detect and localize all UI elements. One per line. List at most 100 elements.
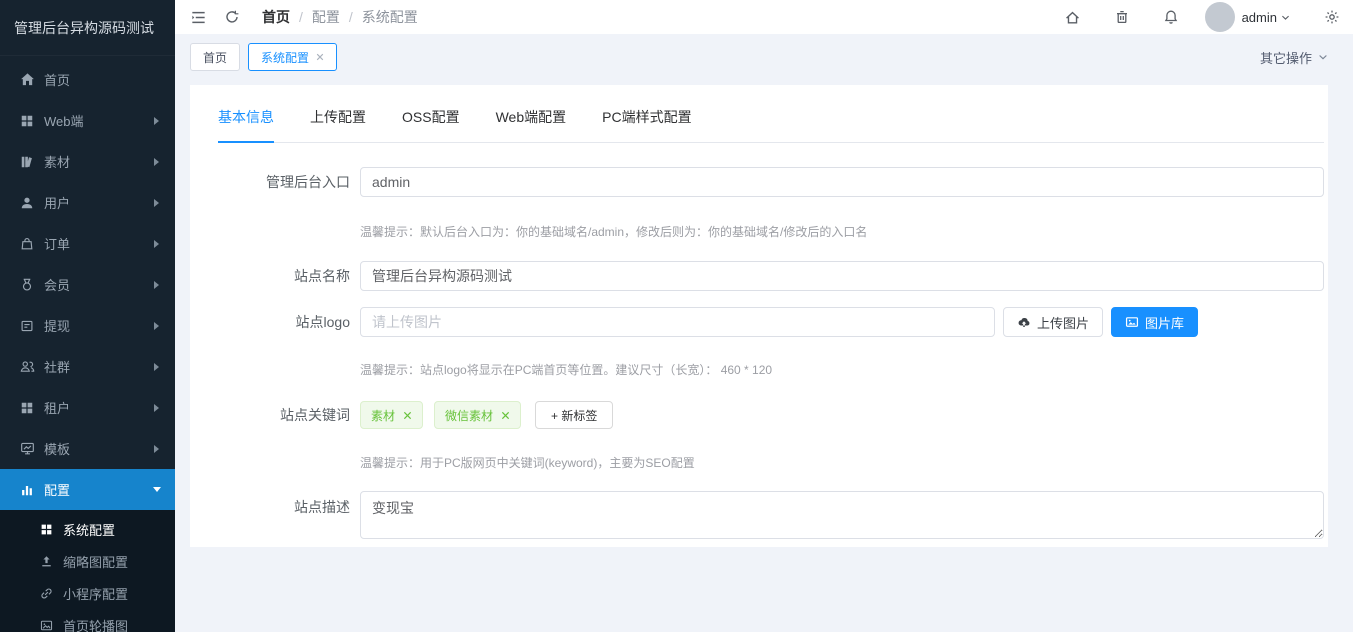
chevron-right-icon	[154, 117, 159, 125]
add-keyword-button[interactable]: + 新标签	[535, 401, 613, 429]
page-tag-system-config[interactable]: 系统配置	[248, 43, 337, 71]
close-icon[interactable]	[403, 411, 412, 420]
user-menu[interactable]: admin	[1242, 10, 1291, 25]
tab-upload-config[interactable]: 上传配置	[310, 107, 366, 142]
collapse-sidebar-icon[interactable]	[190, 9, 207, 26]
chevron-down-icon	[153, 487, 161, 492]
bar-chart-icon	[19, 482, 35, 498]
upload-image-button[interactable]: 上传图片	[1003, 307, 1103, 337]
tab-pc-style-config[interactable]: PC端样式配置	[602, 107, 691, 142]
more-actions-dropdown[interactable]: 其它操作	[1260, 48, 1329, 67]
admin-entry-input[interactable]	[360, 167, 1324, 197]
page-tag-label: 系统配置	[261, 49, 309, 66]
site-desc-textarea[interactable]: 变现宝	[360, 491, 1324, 539]
chevron-right-icon	[154, 158, 159, 166]
chevron-right-icon	[154, 281, 159, 289]
close-icon[interactable]	[501, 411, 510, 420]
refresh-icon[interactable]	[224, 9, 240, 25]
keyword-tag: 微信素材	[434, 401, 521, 429]
tab-basic-info[interactable]: 基本信息	[218, 107, 274, 143]
more-actions-label: 其它操作	[1260, 48, 1312, 67]
document-icon	[19, 318, 35, 334]
chevron-down-icon	[1317, 51, 1329, 63]
username-label: admin	[1242, 10, 1277, 25]
user-icon	[19, 195, 35, 211]
image-gallery-button[interactable]: 图片库	[1111, 307, 1198, 337]
keyword-tag: 素材	[360, 401, 423, 429]
breadcrumb-item-home[interactable]: 首页	[262, 7, 290, 27]
sidebar-item-community[interactable]: 社群	[0, 346, 175, 387]
upload-icon	[39, 554, 54, 569]
upload-image-label: 上传图片	[1037, 313, 1089, 332]
tab-web-config[interactable]: Web端配置	[496, 107, 567, 142]
sidebar-item-template[interactable]: 模板	[0, 428, 175, 469]
keyword-tag-label: 微信素材	[445, 407, 493, 424]
settings-card: 基本信息 上传配置 OSS配置 Web端配置 PC端样式配置 管理后台入口 温馨…	[190, 85, 1328, 547]
site-name-input[interactable]	[360, 261, 1324, 291]
chevron-right-icon	[154, 445, 159, 453]
site-name-label: 站点名称	[218, 266, 350, 286]
form-row-admin-entry: 管理后台入口	[218, 167, 1324, 197]
site-keywords-label: 站点关键词	[218, 405, 350, 425]
chevron-right-icon	[154, 404, 159, 412]
site-logo-label: 站点logo	[218, 312, 350, 332]
sidebar-item-config[interactable]: 配置	[0, 469, 175, 510]
page-tags-bar: 首页 系统配置 其它操作	[175, 34, 1353, 80]
bell-icon[interactable]	[1163, 9, 1179, 25]
tab-oss-config[interactable]: OSS配置	[402, 107, 460, 142]
sidebar-menu: 首页 Web端 素材 用户 订单	[0, 56, 175, 510]
sidebar-item-home[interactable]: 首页	[0, 59, 175, 100]
link-icon	[39, 586, 54, 601]
form-row-site-logo: 站点logo 上传图片 图片库	[218, 307, 1324, 337]
main-area: 首页 / 配置 / 系统配置 admin 首页	[175, 0, 1353, 632]
breadcrumb: 首页 / 配置 / 系统配置	[262, 7, 418, 27]
grid-icon	[19, 113, 35, 129]
sidebar-item-label: 社群	[44, 357, 70, 376]
sidebar-item-web[interactable]: Web端	[0, 100, 175, 141]
sidebar-subitem-label: 小程序配置	[63, 584, 128, 603]
sidebar-item-tenant[interactable]: 租户	[0, 387, 175, 428]
page-tag-label: 首页	[203, 49, 227, 66]
settings-gear-icon[interactable]	[1324, 9, 1340, 25]
sidebar-subitem-system-config[interactable]: 系统配置	[0, 513, 175, 545]
sidebar-item-user[interactable]: 用户	[0, 182, 175, 223]
sidebar-item-member[interactable]: 会员	[0, 264, 175, 305]
sidebar-item-label: 首页	[44, 70, 70, 89]
grid-icon	[19, 400, 35, 416]
chevron-right-icon	[154, 199, 159, 207]
library-icon	[19, 154, 35, 170]
sidebar-subitem-label: 系统配置	[63, 520, 115, 539]
sidebar-item-label: 租户	[44, 398, 70, 417]
form-row-site-name: 站点名称	[218, 261, 1324, 291]
breadcrumb-item-config[interactable]: 配置	[312, 7, 340, 27]
trash-icon[interactable]	[1114, 9, 1130, 25]
home-icon[interactable]	[1064, 9, 1081, 26]
sidebar-item-label: 订单	[44, 234, 70, 253]
sidebar-subitem-miniprogram-config[interactable]: 小程序配置	[0, 577, 175, 609]
page-tag-home[interactable]: 首页	[190, 43, 240, 71]
sidebar-item-label: Web端	[44, 111, 84, 130]
close-icon[interactable]	[316, 53, 324, 61]
form-row-site-desc: 站点描述 变现宝	[218, 491, 1324, 539]
sidebar-subitem-label: 首页轮播图	[63, 616, 128, 632]
image-icon	[39, 618, 54, 632]
basic-info-form: 管理后台入口 温馨提示：默认后台入口为：你的基础域名/admin，修改后则为：你…	[218, 143, 1324, 539]
chevron-right-icon	[154, 240, 159, 248]
sidebar-item-material[interactable]: 素材	[0, 141, 175, 182]
sidebar-item-label: 配置	[44, 480, 70, 499]
breadcrumb-separator: /	[299, 9, 303, 25]
sidebar-item-order[interactable]: 订单	[0, 223, 175, 264]
breadcrumb-item-system-config: 系统配置	[362, 7, 418, 27]
sidebar-item-label: 会员	[44, 275, 70, 294]
user-avatar[interactable]	[1205, 2, 1235, 32]
site-logo-input[interactable]	[360, 307, 995, 337]
sidebar-subitem-thumbnail-config[interactable]: 缩略图配置	[0, 545, 175, 577]
chevron-down-icon	[1280, 12, 1291, 23]
sidebar-submenu-config: 系统配置 缩略图配置 小程序配置 首页轮播图	[0, 510, 175, 632]
settings-tabs: 基本信息 上传配置 OSS配置 Web端配置 PC端样式配置	[218, 107, 1324, 143]
site-desc-label: 站点描述	[218, 491, 350, 517]
sidebar-item-withdraw[interactable]: 提现	[0, 305, 175, 346]
sidebar-subitem-home-carousel[interactable]: 首页轮播图	[0, 609, 175, 632]
chevron-right-icon	[154, 322, 159, 330]
breadcrumb-separator: /	[349, 9, 353, 25]
